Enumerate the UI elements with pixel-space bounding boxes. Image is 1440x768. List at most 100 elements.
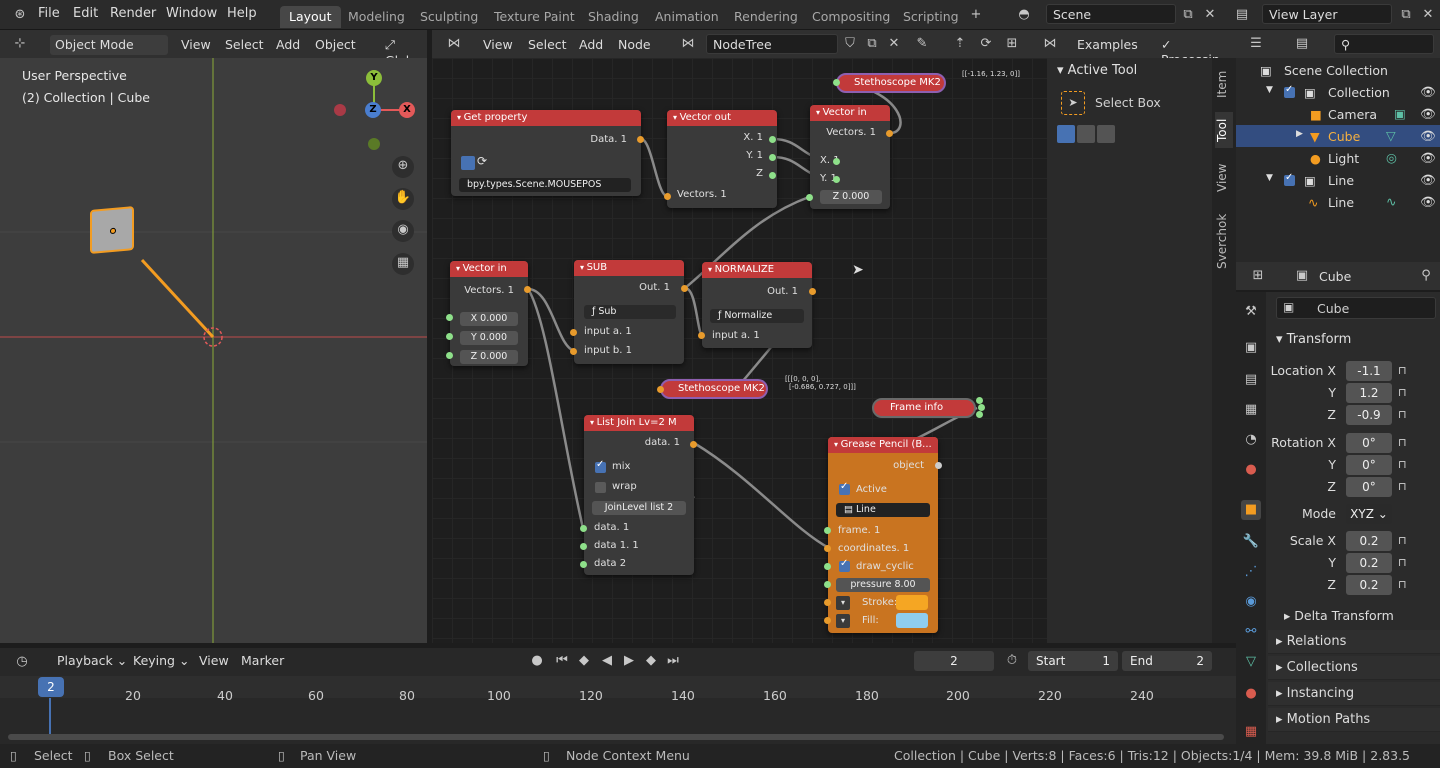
- normalize-operation-dropdown[interactable]: ƒ Normalize: [710, 309, 804, 323]
- playback-menu[interactable]: Playback ⌄: [52, 651, 132, 671]
- transform-orientation-dropdown[interactable]: ⤢ Glob: [380, 35, 427, 68]
- stethoscope-mid-node[interactable]: Stethoscope MK2: [660, 379, 768, 399]
- get-property-header[interactable]: Get property: [451, 110, 641, 126]
- texture-tab-icon[interactable]: ▦: [1241, 722, 1261, 742]
- vector-in-left-z-field[interactable]: Z 0.000: [460, 350, 518, 364]
- grease-pencil-node[interactable]: Grease Pencil (B... object Active ▤ Line…: [828, 437, 938, 633]
- tool-tab-icon[interactable]: ⚒: [1241, 302, 1261, 322]
- perspective-grid-icon[interactable]: ▦: [392, 253, 414, 275]
- frame-info-node[interactable]: Frame info: [872, 398, 976, 418]
- node-editor-type-icon[interactable]: ⋈: [444, 34, 464, 54]
- sub-node[interactable]: SUB Out. 1 ƒ Sub input a. 1 input b. 1: [574, 260, 684, 364]
- light-data-icon[interactable]: ◎: [1386, 150, 1397, 165]
- scene-tab-icon[interactable]: ◔: [1241, 430, 1261, 450]
- lock-icon[interactable]: ⊓: [1398, 458, 1407, 471]
- prev-keyframe-icon[interactable]: ◆: [574, 651, 594, 671]
- node-menu-node[interactable]: Node: [613, 35, 656, 55]
- gizmo-z-axis[interactable]: Z: [365, 102, 381, 118]
- properties-type-icon[interactable]: ⊞: [1248, 266, 1268, 286]
- 3d-viewport[interactable]: User Perspective (2) Collection | Cube Y…: [0, 58, 427, 643]
- examples-menu[interactable]: Examples: [1072, 35, 1143, 55]
- new-view-layer-icon[interactable]: ⧉: [1396, 5, 1416, 25]
- hand-pan-icon[interactable]: ✋: [392, 188, 414, 210]
- property-path-field[interactable]: bpy.types.Scene.MOUSEPOS: [459, 178, 631, 192]
- outliner-type-icon[interactable]: ☰: [1246, 34, 1266, 54]
- pin-icon[interactable]: ✎: [912, 34, 932, 54]
- fake-user-shield-icon[interactable]: ⛉: [840, 34, 860, 54]
- list-join-node[interactable]: List Join Lv=2 M data. 1 mix wrap JoinLe…: [584, 415, 694, 575]
- viewport-menu-select[interactable]: Select: [220, 35, 269, 55]
- wrap-checkbox[interactable]: [595, 482, 606, 493]
- lock-icon[interactable]: ⊓: [1398, 436, 1407, 449]
- stethoscope-mid-socket[interactable]: [657, 386, 664, 393]
- normalize-a-socket[interactable]: [698, 332, 705, 339]
- outliner-row-camera[interactable]: ■ Camera ▣ 👁: [1236, 103, 1440, 125]
- list-join-d2-socket[interactable]: [580, 543, 587, 550]
- sub-b-socket[interactable]: [570, 348, 577, 355]
- lock-icon[interactable]: ⊓: [1398, 386, 1407, 399]
- lock-icon[interactable]: ⊓: [1398, 480, 1407, 493]
- gizmo-x-axis[interactable]: X: [399, 102, 415, 118]
- sub-header[interactable]: SUB: [574, 260, 684, 276]
- material-tab-icon[interactable]: ●: [1241, 684, 1261, 704]
- gizmo-y-axis[interactable]: Y: [366, 70, 382, 86]
- scene-icon[interactable]: ◓: [1014, 5, 1034, 25]
- object-name-field[interactable]: ▣ Cube: [1276, 297, 1436, 319]
- outliner-row-collection[interactable]: ▼ ▣ Collection 👁: [1236, 81, 1440, 103]
- sidebar-tab-view[interactable]: View: [1215, 158, 1233, 198]
- snap-icon[interactable]: ⊞: [1002, 34, 1022, 54]
- outliner-row-light[interactable]: ● Light ◎ 👁: [1236, 147, 1440, 169]
- menu-window[interactable]: Window: [166, 6, 217, 21]
- motion-paths-section[interactable]: ▸ Motion Paths: [1268, 708, 1440, 732]
- marker-menu[interactable]: Marker: [236, 651, 289, 671]
- next-keyframe-icon[interactable]: ◆: [641, 651, 661, 671]
- exclude-checkbox[interactable]: [1284, 84, 1295, 98]
- update-icon[interactable]: ⟳: [976, 34, 996, 54]
- viewport-menu-add[interactable]: Add: [271, 35, 305, 55]
- record-icon[interactable]: ●: [527, 651, 547, 671]
- world-tab-icon[interactable]: ●: [1241, 460, 1261, 480]
- rotation-mode-dropdown[interactable]: XYZ ⌄: [1346, 504, 1392, 524]
- output-tab-icon[interactable]: ▤: [1241, 370, 1261, 390]
- render-tab-icon[interactable]: ▣: [1241, 338, 1261, 358]
- normalize-out-socket[interactable]: [809, 288, 816, 295]
- vector-in-left-z-socket[interactable]: [446, 352, 453, 359]
- vector-in-left-y-field[interactable]: Y 0.000: [460, 331, 518, 345]
- frame-info-socket-2[interactable]: [978, 404, 985, 411]
- sub-operation-dropdown[interactable]: ƒ Sub: [584, 305, 676, 319]
- sub-a-socket[interactable]: [570, 329, 577, 336]
- constraints-tab-icon[interactable]: ⚯: [1241, 622, 1261, 642]
- scale-z-field[interactable]: 0.2: [1346, 575, 1392, 595]
- join-level-field[interactable]: JoinLevel list 2: [592, 501, 686, 515]
- get-property-node[interactable]: Get property Data. 1 ⟳ bpy.types.Scene.M…: [451, 110, 641, 196]
- python-icon[interactable]: [461, 156, 475, 170]
- keying-menu[interactable]: Keying ⌄: [128, 651, 194, 671]
- collections-section[interactable]: ▸ Collections: [1268, 656, 1440, 680]
- grease-fill-socket[interactable]: [824, 617, 831, 624]
- node-menu-add[interactable]: Add: [574, 35, 608, 55]
- blender-logo-icon[interactable]: ⊛: [10, 5, 30, 25]
- add-workspace-icon[interactable]: +: [966, 5, 986, 25]
- stopwatch-icon[interactable]: ⏱: [1002, 651, 1022, 671]
- delete-view-layer-icon[interactable]: ✕: [1418, 5, 1438, 25]
- vector-in-top-header[interactable]: Vector in: [810, 105, 890, 121]
- outliner-row-cube[interactable]: ▶ ▼ Cube ▽ 👁: [1236, 125, 1440, 147]
- grease-pressure-field[interactable]: pressure 8.00: [836, 578, 930, 592]
- tab-shading[interactable]: Shading: [579, 6, 648, 28]
- node-tree-icon[interactable]: ⋈: [678, 34, 698, 54]
- start-frame-field[interactable]: Start 1: [1028, 651, 1118, 671]
- scale-y-field[interactable]: 0.2: [1346, 553, 1392, 573]
- vector-in-left-x-field[interactable]: X 0.000: [460, 312, 518, 326]
- frame-info-socket-1[interactable]: [976, 397, 983, 404]
- view-layer-field[interactable]: View Layer: [1262, 4, 1392, 24]
- menu-edit[interactable]: Edit: [73, 6, 98, 21]
- scale-x-field[interactable]: 0.2: [1346, 531, 1392, 551]
- active-tool-heading[interactable]: ▾ Active Tool: [1057, 63, 1137, 78]
- vector-in-top-z-socket[interactable]: [806, 194, 813, 201]
- sverchok-icon[interactable]: ⋈: [1040, 34, 1060, 54]
- normalize-node[interactable]: NORMALIZE Out. 1 ƒ Normalize input a. 1: [702, 262, 812, 348]
- rotation-z-field[interactable]: 0°: [1346, 477, 1392, 497]
- vector-out-y-socket[interactable]: [769, 154, 776, 161]
- unlink-tree-icon[interactable]: ✕: [884, 34, 904, 54]
- scene-field[interactable]: Scene: [1046, 4, 1176, 24]
